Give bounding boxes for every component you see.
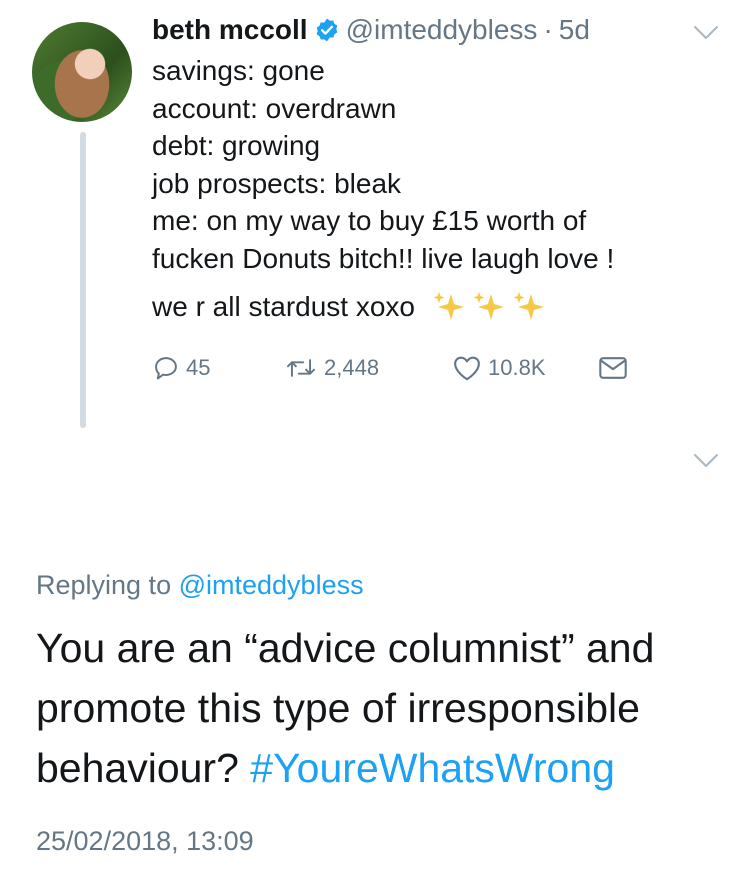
- tweet-line: we r all stardust xoxo: [152, 291, 415, 322]
- tweet-age[interactable]: 5d: [559, 14, 590, 46]
- reply-count: 45: [186, 355, 211, 380]
- replying-prefix: Replying to: [36, 570, 172, 600]
- reply-button[interactable]: 45: [152, 354, 210, 382]
- direct-message-icon: [599, 357, 627, 379]
- replying-to: Replying to @imteddybless: [36, 570, 364, 601]
- tweet-line: account: overdrawn: [152, 92, 397, 124]
- reply-timestamp[interactable]: 25/02/2018, 13:09: [36, 826, 254, 857]
- verified-badge-icon: [316, 18, 337, 42]
- tweet-last-line: we r all stardust xoxo: [152, 290, 549, 324]
- reply-text: You are an “advice columnist” and promot…: [36, 618, 716, 798]
- chevron-down-icon[interactable]: [692, 452, 720, 470]
- display-name[interactable]: beth mccoll: [152, 14, 308, 46]
- handle[interactable]: @imteddybless: [346, 14, 538, 46]
- tweet-line: job prospects: bleak: [152, 167, 402, 199]
- tweet-line: debt: growing: [152, 130, 321, 161]
- sparkles-icon: [431, 290, 549, 324]
- separator-dot: ·: [543, 14, 553, 45]
- retweet-count: 2,448: [324, 355, 380, 380]
- retweet-icon: [287, 359, 315, 377]
- hashtag-link[interactable]: #YoureWhatsWrong: [250, 745, 615, 791]
- avatar[interactable]: [32, 22, 132, 122]
- tweet-line: fucken Donuts bitch!! live laugh love !: [152, 242, 615, 274]
- direct-message-button[interactable]: [598, 355, 628, 381]
- tweet-header: beth mccoll @imteddybless · 5d: [152, 12, 590, 48]
- like-icon: [454, 356, 480, 381]
- like-button[interactable]: 10.8K: [452, 354, 546, 382]
- chevron-down-icon[interactable]: [692, 24, 720, 42]
- tweet-line: me: on my way to buy £15 worth of: [152, 205, 587, 236]
- tweet-line: savings: gone: [152, 55, 325, 86]
- like-count: 10.8K: [488, 355, 546, 380]
- tweet-body: savings: gone account: overdrawn debt: g…: [152, 52, 732, 277]
- replying-handle-link[interactable]: @imteddybless: [179, 570, 364, 600]
- retweet-button[interactable]: 2,448: [284, 354, 379, 382]
- thread-line: [80, 132, 86, 428]
- reply-icon: [155, 357, 177, 380]
